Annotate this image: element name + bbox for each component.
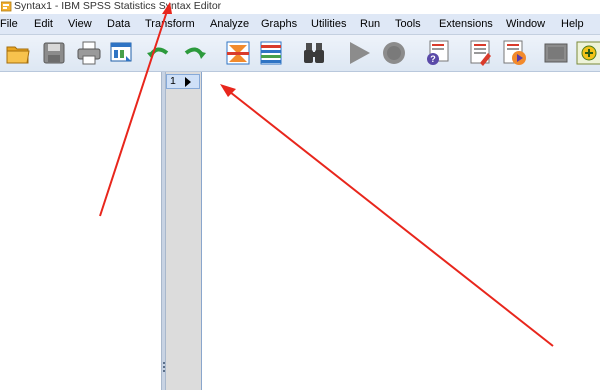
current-line-marker[interactable]: 1	[166, 74, 200, 89]
validate-icon[interactable]	[542, 39, 570, 67]
redo-icon[interactable]	[180, 39, 208, 67]
splitter-grip	[163, 366, 165, 368]
menu-data[interactable]: Data	[107, 14, 130, 34]
menu-analyze[interactable]: Analyze	[210, 14, 249, 34]
current-line-arrow-icon	[185, 77, 191, 87]
svg-text:?: ?	[430, 54, 436, 64]
menu-window[interactable]: Window	[506, 14, 545, 34]
line-gutter: 1	[166, 72, 202, 390]
go-to-case-icon[interactable]	[224, 39, 252, 67]
undo-icon[interactable]	[145, 39, 173, 67]
run-icon[interactable]	[345, 39, 373, 67]
find-icon[interactable]	[300, 39, 328, 67]
splitter-grip	[163, 362, 165, 364]
menu-edit[interactable]: Edit	[34, 14, 53, 34]
splitter-grip	[163, 370, 165, 372]
title-bar: Syntax1 - IBM SPSS Statistics Syntax Edi…	[0, 0, 600, 14]
menu-run[interactable]: Run	[360, 14, 380, 34]
menu-extensions[interactable]: Extensions	[439, 14, 493, 34]
recall-dialog-icon[interactable]	[108, 39, 136, 67]
menu-file[interactable]: File	[0, 14, 18, 34]
menu-transform[interactable]: Transform	[145, 14, 195, 34]
menu-help[interactable]: Help	[561, 14, 584, 34]
menu-view[interactable]: View	[68, 14, 92, 34]
menu-utilities[interactable]: Utilities	[311, 14, 346, 34]
save-icon[interactable]	[40, 39, 68, 67]
menu-bar: File Edit View Data Transform Analyze Gr…	[0, 14, 600, 35]
open-folder-icon[interactable]	[4, 39, 32, 67]
comment-icon[interactable]	[466, 39, 494, 67]
syntax-editor[interactable]	[202, 72, 600, 390]
window-title: Syntax1 - IBM SPSS Statistics Syntax Edi…	[14, 0, 222, 12]
syntax-help-icon[interactable]: ?	[424, 39, 452, 67]
line-number: 1	[170, 75, 176, 87]
spss-app-icon	[1, 1, 12, 12]
toolbar: ?	[0, 35, 600, 72]
menu-graphs[interactable]: Graphs	[261, 14, 297, 34]
add-breakpoint-icon[interactable]	[576, 39, 600, 67]
run-to-end-icon[interactable]	[500, 39, 528, 67]
navigation-pane[interactable]	[0, 72, 161, 390]
print-icon[interactable]	[75, 39, 103, 67]
stop-icon[interactable]	[380, 39, 408, 67]
variables-icon[interactable]	[257, 39, 285, 67]
menu-tools[interactable]: Tools	[395, 14, 421, 34]
